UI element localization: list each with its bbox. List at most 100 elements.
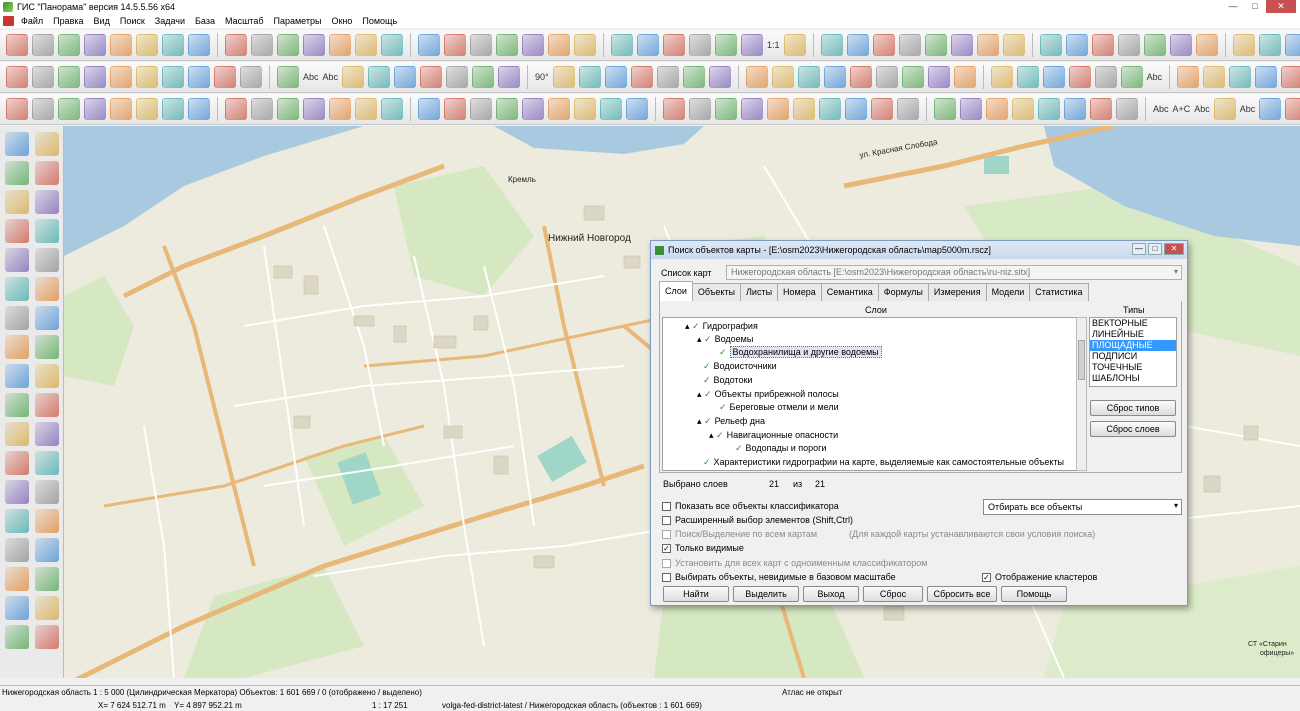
invisible-base-checkbox[interactable]: Выбирать объекты, невидимые в базовом ма… (662, 572, 896, 582)
edit-icon[interactable]: 90° (535, 66, 549, 88)
zoom-in-icon[interactable] (303, 98, 325, 120)
print-icon[interactable] (953, 66, 976, 88)
check-icon[interactable]: ✓ (703, 361, 711, 371)
lightning-icon[interactable] (5, 277, 29, 301)
open-icon[interactable] (35, 132, 59, 156)
type-item[interactable]: ШАБЛОНЫ (1090, 373, 1176, 384)
tab-layers[interactable]: Слои (659, 281, 693, 301)
binoculars-icon[interactable] (656, 66, 679, 88)
only-visible-checkbox[interactable]: ✓ Только видимые (662, 543, 744, 553)
type-item[interactable]: ПОДПИСИ (1090, 351, 1176, 362)
clusters-checkbox[interactable]: ✓ Отображение кластеров (982, 572, 1097, 582)
zoom-out-icon[interactable] (329, 34, 351, 56)
save-icon[interactable] (58, 34, 80, 56)
globe-icon[interactable] (84, 98, 106, 120)
save-icon[interactable] (1120, 66, 1143, 88)
check-icon[interactable] (5, 335, 29, 359)
tree-node[interactable]: ✓ Береговые отмели и мели (719, 402, 839, 413)
menu-edit[interactable]: Правка (48, 16, 88, 26)
reset-types-button[interactable]: Сброс типов (1090, 400, 1176, 416)
menu-search[interactable]: Поиск (115, 16, 150, 26)
select-mode-dropdown[interactable]: Отбирать все объекты ▾ (983, 499, 1182, 515)
add-point-icon[interactable] (5, 538, 29, 562)
layers-icon[interactable]: Abc (1194, 98, 1210, 120)
lightning-icon[interactable] (5, 567, 29, 591)
select-button[interactable]: Выделить (733, 586, 799, 602)
globe-icon[interactable] (35, 161, 59, 185)
binoculars-icon[interactable] (35, 190, 59, 214)
tree-scrollbar[interactable] (1076, 317, 1087, 471)
layers-icon[interactable] (110, 34, 132, 56)
list-icon[interactable] (5, 509, 29, 533)
zoom-out-icon[interactable] (5, 306, 29, 330)
arrow-icon[interactable] (950, 34, 973, 56)
tree-node[interactable]: ✓ Водотоки (703, 375, 752, 386)
color-icon[interactable] (35, 248, 59, 272)
tree-node[interactable]: ▴ ✓ Гидрография (685, 321, 758, 332)
tab-formulas[interactable]: Формулы (877, 283, 929, 301)
select-icon[interactable] (1284, 34, 1300, 56)
zoom-in-icon[interactable] (823, 66, 846, 88)
help-icon[interactable] (470, 34, 492, 56)
open-icon[interactable] (35, 422, 59, 446)
binoculars-icon[interactable] (689, 98, 711, 120)
binoculars-icon[interactable] (1232, 34, 1255, 56)
expand-icon[interactable]: ▴ (697, 334, 704, 344)
find-button[interactable]: Найти (663, 586, 729, 602)
tool-icon[interactable] (496, 98, 518, 120)
zoom-out-icon[interactable] (329, 98, 351, 120)
list-icon[interactable] (715, 98, 737, 120)
tree-node[interactable]: ✓ Водопады и пороги (735, 443, 826, 454)
list-icon[interactable] (5, 219, 29, 243)
pencil-icon[interactable] (1042, 66, 1065, 88)
help-icon[interactable] (990, 66, 1013, 88)
select-icon[interactable] (741, 98, 763, 120)
menu-help[interactable]: Помощь (357, 16, 402, 26)
edit-icon[interactable] (548, 34, 570, 56)
zoom-out-icon[interactable] (872, 34, 895, 56)
zoom-out-icon[interactable] (849, 66, 872, 88)
frame-icon[interactable] (35, 596, 59, 620)
tree-node[interactable]: ▴ ✓ Навигационные опасности (709, 430, 838, 441)
save-icon[interactable] (58, 66, 80, 88)
lightning-icon[interactable] (797, 66, 820, 88)
select-icon[interactable] (1255, 66, 1278, 88)
add-point-icon[interactable] (214, 66, 236, 88)
arrow-icon[interactable] (960, 98, 982, 120)
type-item[interactable]: ЛИНЕЙНЫЕ (1090, 329, 1176, 340)
list-icon[interactable] (162, 34, 184, 56)
arrow-icon[interactable] (394, 66, 417, 88)
edit-icon[interactable] (548, 98, 570, 120)
check-icon[interactable] (381, 98, 403, 120)
tab-numbers[interactable]: Номера (777, 283, 822, 301)
dialog-close-button[interactable]: ✕ (1164, 243, 1184, 255)
frame-icon[interactable] (355, 98, 377, 120)
check-icon[interactable] (901, 66, 924, 88)
arrow-icon[interactable] (927, 66, 950, 88)
arrow-icon[interactable] (35, 625, 59, 649)
layers-icon[interactable] (110, 66, 132, 88)
lightning-icon[interactable] (277, 34, 299, 56)
print-icon[interactable] (976, 34, 999, 56)
map-list-select[interactable]: Нижегородская область [E:\osm2023\Нижего… (726, 265, 1182, 280)
globe-icon[interactable] (1169, 34, 1192, 56)
globe-icon[interactable] (84, 34, 106, 56)
save-icon[interactable] (58, 98, 80, 120)
globe-icon[interactable] (637, 34, 659, 56)
open-icon[interactable] (1116, 98, 1138, 120)
extended-select-checkbox[interactable]: Расширенный выбор элементов (Shift,Ctrl) (662, 515, 853, 525)
check-icon[interactable] (5, 625, 29, 649)
binoculars-icon[interactable] (1213, 98, 1236, 120)
layers-icon[interactable] (663, 98, 685, 120)
zoom-in-icon[interactable]: Abc (303, 66, 319, 88)
layers-icon[interactable] (663, 34, 685, 56)
frame-icon[interactable] (875, 66, 898, 88)
reset-button[interactable]: Сброс (863, 586, 923, 602)
tree-node[interactable]: ✓ Характеристики гидрографии на карте, вы… (703, 457, 1064, 468)
check-icon[interactable]: ✓ (716, 430, 724, 440)
open-icon[interactable] (574, 34, 596, 56)
tab-sheets[interactable]: Листы (740, 283, 779, 301)
check-icon[interactable]: ✓ (735, 443, 743, 453)
help-icon[interactable] (1002, 34, 1025, 56)
pencil-icon[interactable] (498, 66, 521, 88)
